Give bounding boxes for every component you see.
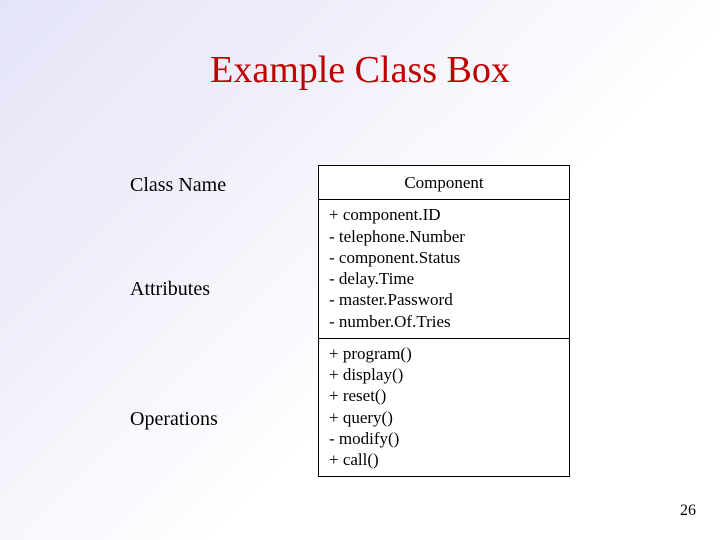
label-class-name: Class Name [130,174,226,197]
label-operations: Operations [130,408,218,431]
page-number: 26 [680,502,696,520]
uml-class-box: Component + component.ID- telephone.Numb… [318,165,570,477]
uml-operation-line: + display() [329,364,559,385]
uml-attribute-line: + component.ID [329,204,559,225]
uml-operations-compartment: + program()+ display()+ reset()+ query()… [319,338,569,477]
uml-attribute-line: - component.Status [329,247,559,268]
uml-operation-line: + program() [329,343,559,364]
uml-operation-line: + reset() [329,385,559,406]
uml-operation-line: - modify() [329,428,559,449]
uml-attribute-line: - master.Password [329,289,559,310]
uml-attribute-line: - delay.Time [329,268,559,289]
label-attributes: Attributes [130,278,210,301]
uml-class-name: Component [404,173,483,192]
slide-title: Example Class Box [0,48,720,92]
uml-attribute-line: - number.Of.Tries [329,311,559,332]
uml-attribute-line: - telephone.Number [329,226,559,247]
uml-operation-line: + query() [329,407,559,428]
uml-operation-line: + call() [329,449,559,470]
uml-class-name-compartment: Component [319,166,569,199]
uml-attributes-compartment: + component.ID- telephone.Number- compon… [319,199,569,338]
